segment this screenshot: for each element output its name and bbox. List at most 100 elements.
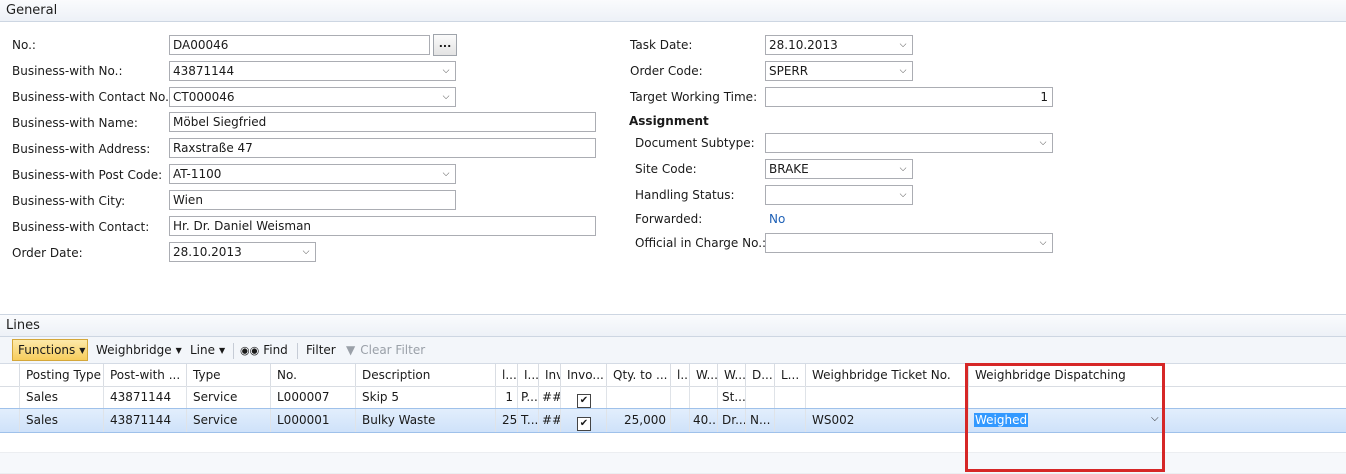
cell-no[interactable]: L000001	[270, 409, 355, 432]
cell-posting-type[interactable]: Sales	[19, 409, 103, 432]
invoice-checkbox[interactable]: ✔	[577, 417, 591, 431]
filter-button[interactable]: Filter	[306, 341, 336, 361]
official-in-charge-field[interactable]: ⌵	[765, 233, 1053, 253]
find-label: Find	[263, 343, 288, 357]
business-with-contact-no-field[interactable]: CT000046 ⌵	[169, 87, 456, 107]
col-8[interactable]: Invo...	[538, 364, 560, 386]
order-date-field[interactable]: 28.10.2013 ⌵	[169, 242, 316, 262]
cell-invoice[interactable]: ✔	[560, 386, 606, 409]
chevron-down-icon[interactable]: ⌵	[441, 167, 451, 181]
col-10[interactable]: l...	[670, 364, 689, 386]
order-code-field[interactable]: SPERR ⌵	[765, 61, 913, 81]
document-subtype-field[interactable]: ⌵	[765, 133, 1053, 153]
target-working-time-label: Target Working Time:	[630, 90, 758, 104]
business-with-address-label: Business-with Address:	[12, 142, 151, 156]
business-with-contact-no-label: Business-with Contact No.:	[12, 90, 173, 104]
chevron-down-icon[interactable]: ⌵	[898, 162, 908, 176]
binoculars-icon: ◉◉	[240, 344, 260, 357]
cell-7[interactable]: P...	[517, 386, 538, 409]
chevron-down-icon[interactable]: ⌵	[898, 64, 908, 78]
col-12[interactable]: W...	[717, 364, 745, 386]
cell-15[interactable]	[774, 386, 805, 409]
business-with-name-field[interactable]: Möbel Siegfried	[169, 112, 596, 132]
forwarded-label: Forwarded:	[635, 212, 703, 226]
cell-12[interactable]	[689, 386, 717, 409]
cell-13[interactable]: St...	[717, 386, 745, 409]
chevron-down-icon[interactable]: ⌵	[441, 64, 451, 78]
target-working-time-field[interactable]: 1	[765, 87, 1053, 107]
task-date-field[interactable]: 28.10.2013 ⌵	[765, 35, 913, 55]
line-menu-button[interactable]: Line ▼	[190, 341, 225, 361]
col-6[interactable]: l...	[495, 364, 517, 386]
cell-8[interactable]: ##	[538, 386, 560, 409]
cell-qty[interactable]	[606, 386, 670, 409]
col-posting-type[interactable]: Posting Type	[19, 364, 103, 386]
chevron-down-icon[interactable]: ⌵	[441, 90, 451, 104]
chevron-down-icon[interactable]: ⌵	[301, 245, 311, 259]
cell-description[interactable]: Skip 5	[355, 386, 495, 409]
col-7[interactable]: I...	[517, 364, 538, 386]
col-no[interactable]: No.	[270, 364, 355, 386]
col-13[interactable]: D...	[745, 364, 774, 386]
invoice-checkbox[interactable]: ✔	[577, 394, 591, 408]
col-qty-to[interactable]: Qty. to ...	[606, 364, 670, 386]
cell-invoice[interactable]: ✔	[560, 409, 606, 432]
cell-14[interactable]	[745, 386, 774, 409]
cell-12[interactable]: 40...	[689, 409, 717, 432]
general-section-title: General	[6, 3, 58, 18]
lines-section-header[interactable]: Lines	[0, 314, 1346, 337]
cell-ticket-no[interactable]	[805, 386, 968, 409]
cell-11[interactable]	[670, 386, 689, 409]
col-weighbridge-ticket-no[interactable]: Weighbridge Ticket No.	[805, 364, 968, 386]
general-section-header[interactable]: General	[0, 0, 1346, 22]
find-button[interactable]: ◉◉ Find	[240, 341, 288, 361]
business-with-contact-field[interactable]: Hr. Dr. Daniel Weisman	[169, 216, 596, 236]
forwarded-value[interactable]: No	[769, 212, 785, 226]
col-invoice[interactable]: Invo...	[560, 364, 606, 386]
cell-posting-type[interactable]: Sales	[19, 386, 103, 409]
functions-label: Functions	[18, 343, 76, 357]
business-with-post-code-field[interactable]: AT-1100 ⌵	[169, 164, 456, 184]
caret-down-icon: ▼	[219, 346, 226, 355]
cell-qty[interactable]: 25,000	[606, 409, 670, 432]
business-with-address-field[interactable]: Raxstraße 47	[169, 138, 596, 158]
cell-8[interactable]: ##	[538, 409, 560, 432]
assignment-heading: Assignment	[629, 114, 709, 128]
cell-description[interactable]: Bulky Waste	[355, 409, 495, 432]
weighbridge-label: Weighbridge	[96, 343, 172, 357]
no-lookup-button[interactable]: ...	[433, 34, 457, 56]
cell-post-with[interactable]: 43871144	[103, 409, 186, 432]
lines-toolbar: Functions ▼ Weighbridge ▼ Line ▼ ◉◉ Find Fil…	[0, 337, 1346, 364]
cell-6[interactable]: 25	[495, 409, 517, 432]
cell-14[interactable]: N...	[745, 409, 774, 432]
site-code-field[interactable]: BRAKE ⌵	[765, 159, 913, 179]
col-post-with[interactable]: Post-with ...	[103, 364, 186, 386]
chevron-down-icon[interactable]: ⌵	[898, 38, 908, 52]
order-date-label: Order Date:	[12, 246, 83, 260]
cell-post-with[interactable]: 43871144	[103, 386, 186, 409]
business-with-post-code-label: Business-with Post Code:	[12, 168, 163, 182]
col-11[interactable]: W...	[689, 364, 717, 386]
functions-menu-button[interactable]: Functions ▼	[12, 339, 88, 361]
cell-ticket-no[interactable]: WS002	[805, 409, 968, 432]
cell-type[interactable]: Service	[186, 386, 270, 409]
col-description[interactable]: Description	[355, 364, 495, 386]
business-with-no-field[interactable]: 43871144 ⌵	[169, 61, 456, 81]
cell-13[interactable]: Dr...	[717, 409, 745, 432]
cell-7[interactable]: T...	[517, 409, 538, 432]
col-type[interactable]: Type	[186, 364, 270, 386]
cell-no[interactable]: L000007	[270, 386, 355, 409]
cell-type[interactable]: Service	[186, 409, 270, 432]
business-with-city-field[interactable]: Wien	[169, 190, 456, 210]
col-14[interactable]: L...	[774, 364, 805, 386]
cell-15[interactable]	[774, 409, 805, 432]
weighbridge-menu-button[interactable]: Weighbridge ▼	[96, 341, 182, 361]
no-field[interactable]: DA00046	[169, 35, 430, 55]
clear-filter-button[interactable]: ▼ Clear Filter	[346, 341, 425, 361]
chevron-down-icon[interactable]: ⌵	[898, 188, 908, 202]
chevron-down-icon[interactable]: ⌵	[1038, 136, 1048, 150]
chevron-down-icon[interactable]: ⌵	[1038, 236, 1048, 250]
handling-status-field[interactable]: ⌵	[765, 185, 913, 205]
cell-6[interactable]: 1	[495, 386, 517, 409]
cell-11[interactable]	[670, 409, 689, 432]
